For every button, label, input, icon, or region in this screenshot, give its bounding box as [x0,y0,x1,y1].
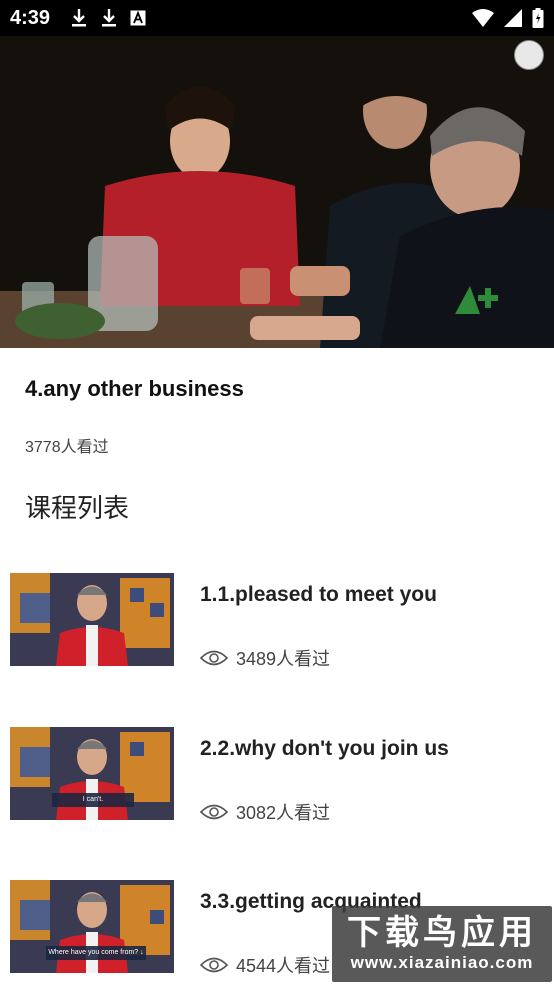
user-avatar[interactable] [514,40,544,70]
status-bar: 4:39 [0,0,554,36]
course-view-count: 4544人看过 [200,952,330,978]
course-view-count: 3082人看过 [200,799,330,825]
signal-icon [504,9,522,27]
course-list-item[interactable]: 1.1.pleased to meet you 3489人看过 [10,573,554,669]
course-views-text: 3082人看过 [236,803,331,823]
course-title: 2.2.why don't you join us [200,737,449,760]
thumbnail-caption: Where have you come from? ↓ [48,949,144,956]
status-time: 4:39 [10,6,51,29]
course-thumbnail[interactable]: Where have you come from? ↓ [10,880,174,973]
font-notification-icon [130,10,146,26]
course-thumbnail[interactable] [10,573,174,666]
thumbnail-image [10,573,174,666]
watermark: 下载鸟应用 www.xiazainiao.com [332,906,552,982]
course-thumbnail[interactable]: I can't. [10,727,174,820]
course-views-text: 4544人看过 [236,956,331,976]
download-icon [72,9,87,27]
video-view-count: 3778人看过 [25,439,109,456]
course-title: 1.1.pleased to meet you [200,583,437,606]
video-title: 4.any other business [25,376,244,401]
course-list-item[interactable]: I can't. 2.2.why don't you join us 3082人… [10,727,554,823]
eye-icon [200,957,228,973]
video-frame-image [0,36,554,348]
eye-icon [200,804,228,820]
eye-icon [200,650,228,666]
wifi-icon [472,9,494,27]
course-views-text: 3489人看过 [236,649,331,669]
thumbnail-caption: I can't. [82,796,104,803]
video-player[interactable] [0,36,554,348]
battery-icon [532,8,544,28]
watermark-main: 下载鸟应用 [347,914,537,952]
download-icon [102,9,117,27]
course-list-heading: 课程列表 [25,493,130,523]
watermark-url: www.xiazainiao.com [350,953,534,972]
course-view-count: 3489人看过 [200,645,330,671]
